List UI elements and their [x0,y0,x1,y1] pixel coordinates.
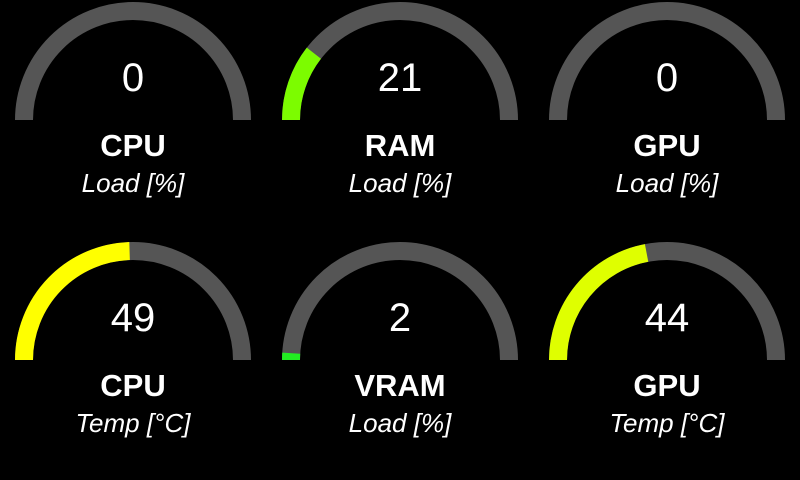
gauge-name: CPU [100,368,166,403]
gauge-unit: Load [%] [348,408,452,438]
gauge-ram-load: 21 RAM Load [%] [267,0,533,240]
gauge-unit: Load [%] [81,168,185,198]
gauge-unit: Temp [°C] [609,408,725,438]
gauge-unit: Load [%] [615,168,719,198]
gauge-value: 2 [388,296,412,340]
gauge-name: GPU [633,128,701,163]
gauge-value: 21 [377,56,423,100]
gauge-cpu-temp: 49 CPU Temp [°C] [0,240,266,480]
gauge-name: RAM [364,128,436,163]
hardware-monitor-dashboard: { "gauges": [ {"value": "0", "name": "CP… [0,0,800,480]
gauge-value: 0 [655,56,679,100]
gauge-gpu-temp: 44 GPU Temp [°C] [534,240,800,480]
gauge-unit: Temp [°C] [75,408,191,438]
gauge-name: VRAM [354,368,446,403]
gauge-value: 0 [121,56,145,100]
gauge-name: GPU [633,368,701,403]
gauge-name: CPU [100,128,166,163]
gauge-value: 44 [644,296,690,340]
gauge-vram-load: 2 VRAM Load [%] [267,240,533,480]
gauge-gpu-load: 0 GPU Load [%] [534,0,800,240]
gauge-unit: Load [%] [348,168,452,198]
gauge-cpu-load: 0 CPU Load [%] [0,0,266,240]
gauge-value: 49 [110,296,156,340]
